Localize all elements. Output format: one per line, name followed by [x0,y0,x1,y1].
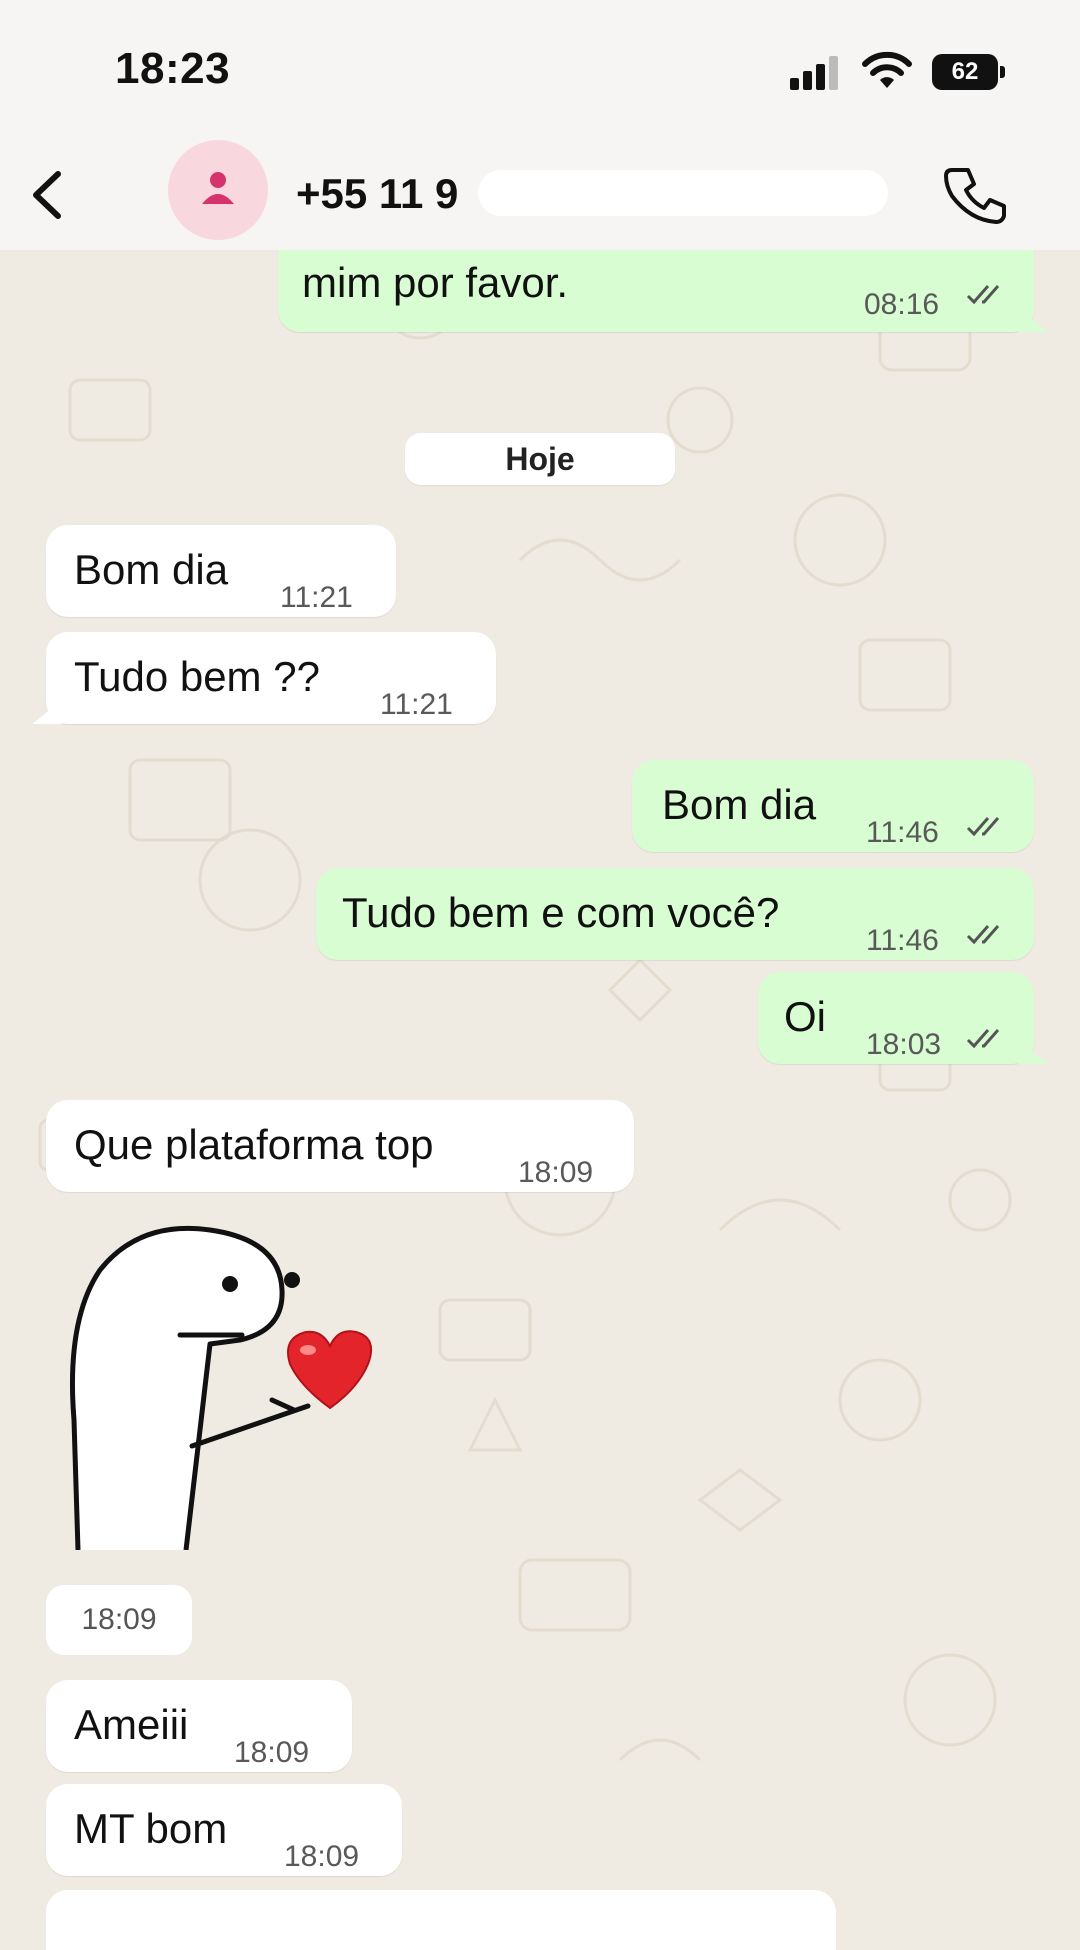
battery-tip [1000,66,1005,78]
message-time: 11:21 [380,688,453,721]
date-separator: Hoje [405,433,675,485]
chat-header: +55 11 9 [0,140,1080,250]
message-time: 18:09 [234,1736,310,1769]
message-time: 11:46 [866,924,939,957]
double-check-read-icon [966,817,1000,837]
redaction-overlay [478,170,888,216]
message-time: 18:09 [518,1156,594,1189]
message-time: 08:16 [864,288,940,321]
incoming-message[interactable]: Tudo bem ?? 11:21 [32,632,496,724]
outgoing-message[interactable]: Tudo bem e com você? 11:46 [316,868,1034,960]
message-text: Que plataforma top [74,1121,434,1168]
incoming-message-partial[interactable] [46,1890,836,1950]
incoming-message[interactable]: Que plataforma top 18:09 [46,1100,634,1192]
contact-avatar[interactable] [168,140,268,240]
bubble-tail [1018,1040,1048,1064]
double-check-read-icon [966,1029,1000,1049]
battery-level: 62 [932,54,998,90]
outgoing-message[interactable]: Bom dia 11:46 [632,760,1034,852]
message-text: mim por favor. [302,259,569,306]
double-check-read-icon [966,925,1000,945]
message-text: Tudo bem ?? [74,653,320,700]
message-text: Oi [784,993,826,1040]
battery-indicator: 62 [932,54,1006,90]
incoming-message[interactable]: Bom dia 11:21 [46,525,396,617]
wifi-icon [862,51,912,88]
message-text: Tudo bem e com você? [342,889,780,936]
outgoing-message[interactable]: Oi 18:03 [758,972,1048,1064]
status-bar: 18:23 62 [0,0,1080,140]
double-check-read-icon [966,285,1000,305]
message-time: 18:03 [866,1028,942,1061]
message-text: Bom dia [662,781,817,828]
sticker-timestamp: 18:09 [46,1585,192,1655]
message-time: 11:46 [866,816,939,849]
contact-name[interactable]: +55 11 9 [296,170,458,218]
chat-area: mim por favor. 08:16 Hoje Bom dia 11:21 … [0,250,1080,1950]
phone-call-icon[interactable] [940,160,1010,230]
cellular-signal-icon [790,56,838,90]
message-text: MT bom [74,1805,228,1852]
message-text: Ameiii [74,1701,189,1748]
bubble-tail [1018,308,1048,332]
back-button[interactable] [20,160,80,230]
message-text: Bom dia [74,546,229,593]
incoming-message[interactable]: Ameiii 18:09 [46,1680,352,1772]
message-time: 18:09 [284,1840,360,1873]
incoming-message[interactable]: MT bom 18:09 [46,1784,402,1876]
person-icon [202,172,234,204]
outgoing-message[interactable]: mim por favor. 08:16 [278,250,1048,332]
bubble-tail [32,700,62,724]
status-time: 18:23 [115,44,231,93]
heart-character-sticker[interactable] [60,1220,400,1550]
message-time: 11:21 [280,581,353,614]
